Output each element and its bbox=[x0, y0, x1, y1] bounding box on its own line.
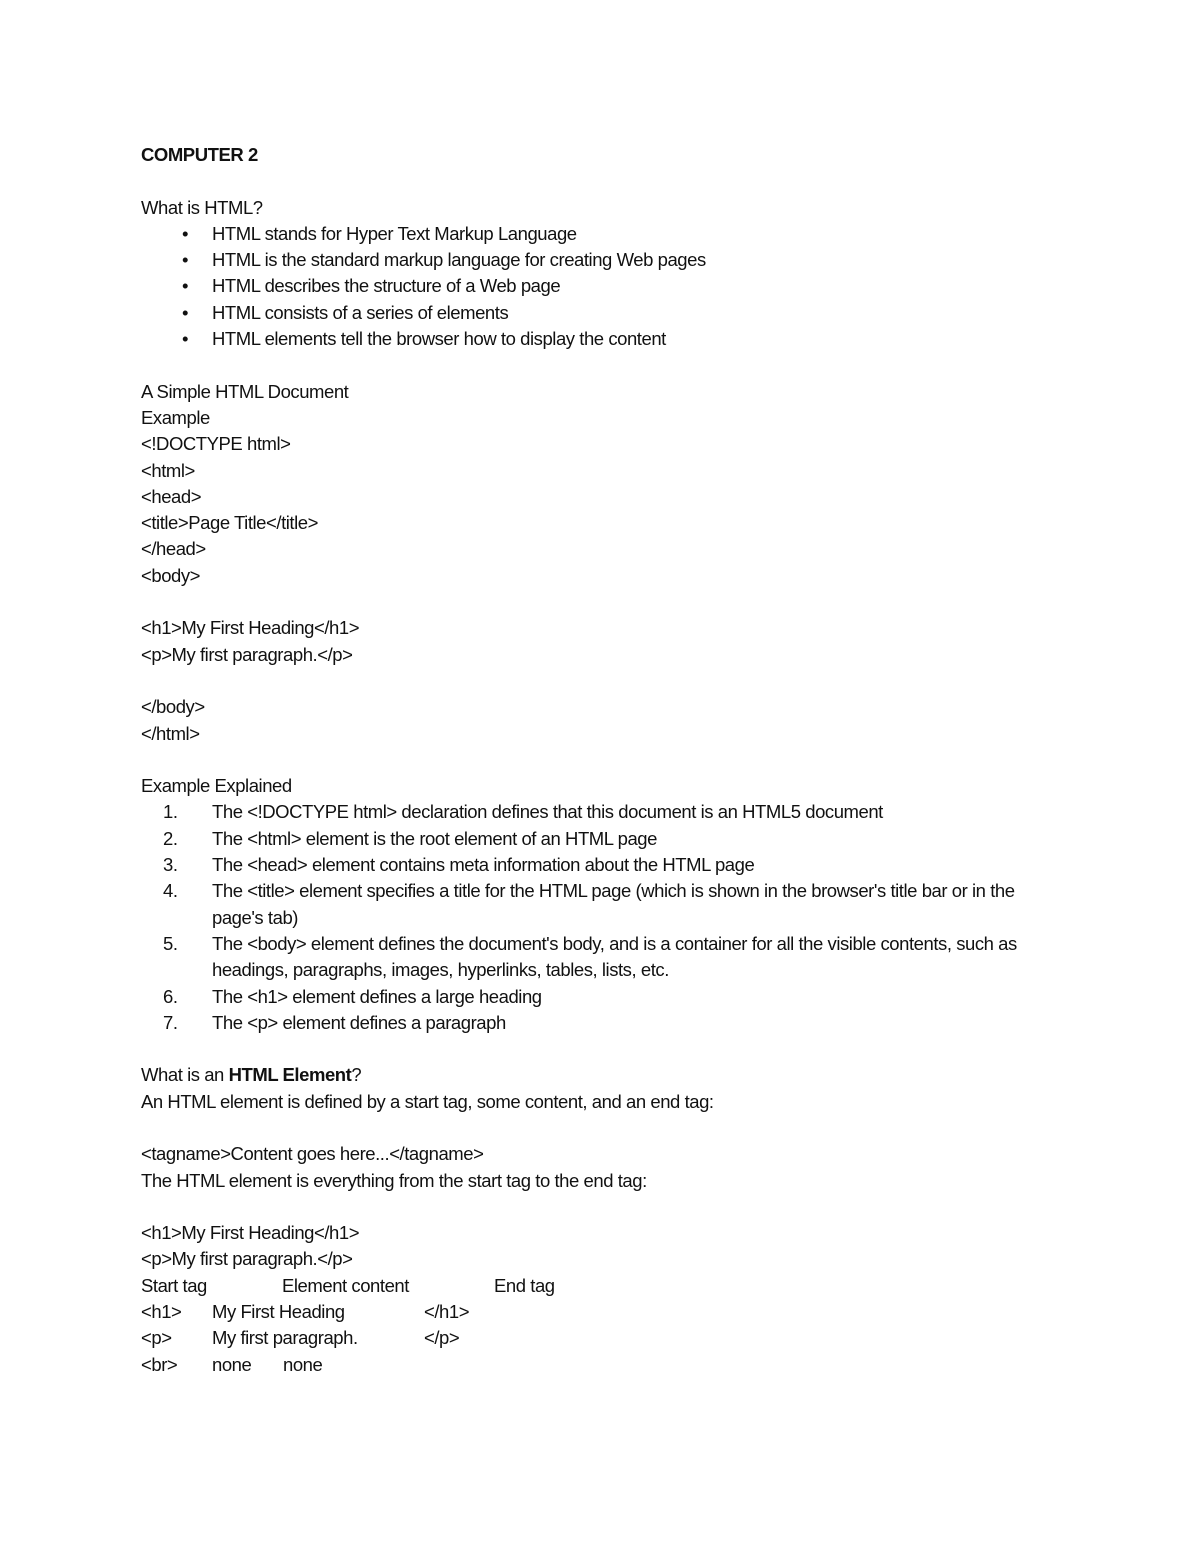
section-heading-example-explained: Example Explained bbox=[141, 775, 292, 797]
list-number: 7. bbox=[163, 1011, 178, 1033]
example-label: Example bbox=[141, 406, 210, 428]
list-item-text: The <h1> element defines a large heading bbox=[212, 985, 542, 1007]
list-item-text: HTML elements tell the browser how to di… bbox=[212, 328, 666, 350]
table-row: <br> none none bbox=[141, 1352, 1061, 1378]
list-number: 4. bbox=[163, 880, 178, 902]
list-item-text: The <body> element defines the document'… bbox=[212, 932, 1017, 981]
heading-prefix: What is an bbox=[141, 1064, 229, 1086]
list-item-text: HTML describes the structure of a Web pa… bbox=[212, 275, 561, 297]
code-line: <h1>My First Heading</h1> bbox=[141, 617, 360, 639]
list-item-text: HTML is the standard markup language for… bbox=[212, 249, 706, 271]
section-heading-what-is-html: What is HTML? bbox=[141, 196, 263, 218]
code-line: <body> bbox=[141, 564, 201, 586]
code-line: <h1>My First Heading</h1> bbox=[141, 1222, 360, 1244]
list-item: 6. The <h1> element defines a large headi… bbox=[141, 984, 1061, 1010]
list-item: 7. The <p> element defines a paragraph bbox=[141, 1010, 1061, 1036]
list-number: 6. bbox=[163, 985, 178, 1007]
list-item-text: HTML stands for Hyper Text Markup Langua… bbox=[212, 222, 577, 244]
list-item: 3. The <head> element contains meta infor… bbox=[141, 852, 1061, 878]
table-cell: <h1> bbox=[141, 1301, 182, 1323]
element-table: Start tag Element content End tag <h1> M… bbox=[141, 1273, 1061, 1378]
bullet-icon: • bbox=[181, 328, 189, 350]
list-item-text: The <head> element contains meta informa… bbox=[212, 854, 755, 876]
table-header-row: Start tag Element content End tag bbox=[141, 1273, 1061, 1299]
code-line: </html> bbox=[141, 722, 200, 744]
list-item-text: The <!DOCTYPE html> declaration defines … bbox=[212, 801, 883, 823]
table-row: <p> My first paragraph. </p> bbox=[141, 1325, 1061, 1351]
code-line: <p>My first paragraph.</p> bbox=[141, 1248, 353, 1270]
list-item: 4. The <title> element specifies a title … bbox=[141, 878, 1061, 931]
code-line: </body> bbox=[141, 696, 205, 718]
list-number: 2. bbox=[163, 827, 178, 849]
table-cell: <p> bbox=[141, 1327, 172, 1349]
table-row: <h1> My First Heading </h1> bbox=[141, 1299, 1061, 1325]
bullet-icon: • bbox=[181, 222, 189, 244]
list-item: • HTML is the standard markup language fo… bbox=[141, 247, 1061, 273]
table-cell: My first paragraph. bbox=[212, 1327, 358, 1349]
list-item-text: The <p> element defines a paragraph bbox=[212, 1011, 506, 1033]
list-item: • HTML consists of a series of elements bbox=[141, 300, 1061, 326]
element-definition: An HTML element is defined by a start ta… bbox=[141, 1090, 714, 1112]
list-item: 5. The <body> element defines the documen… bbox=[141, 931, 1061, 984]
list-item-text: The <html> element is the root element o… bbox=[212, 827, 657, 849]
element-explanation: The HTML element is everything from the … bbox=[141, 1169, 647, 1191]
code-line: <!DOCTYPE html> bbox=[141, 433, 291, 455]
code-line: <p>My first paragraph.</p> bbox=[141, 643, 353, 665]
list-item: 1. The <!DOCTYPE html> declaration define… bbox=[141, 799, 1061, 825]
table-header: Start tag bbox=[141, 1274, 207, 1296]
list-item-text: HTML consists of a series of elements bbox=[212, 301, 509, 323]
document-page: COMPUTER 2 What is HTML? • HTML stands fo… bbox=[141, 142, 1061, 1378]
list-number: 5. bbox=[163, 932, 178, 954]
heading-suffix: ? bbox=[351, 1064, 362, 1086]
section-heading-html-element: What is an HTML Element? bbox=[141, 1062, 1061, 1088]
bullet-icon: • bbox=[181, 301, 189, 323]
table-header: End tag bbox=[494, 1274, 555, 1296]
bullet-icon: • bbox=[181, 275, 189, 297]
list-item-text: The <title> element specifies a title fo… bbox=[212, 880, 1015, 928]
section-heading-simple-document: A Simple HTML Document bbox=[141, 380, 349, 402]
code-example-block: <!DOCTYPE html> <html> <head> <title>Pag… bbox=[141, 431, 1061, 747]
list-item: • HTML describes the structure of a Web p… bbox=[141, 273, 1061, 299]
html-bullet-list: • HTML stands for Hyper Text Markup Langu… bbox=[141, 221, 1061, 352]
explained-numbered-list: 1. The <!DOCTYPE html> declaration define… bbox=[141, 799, 1061, 1036]
code-line: <head> bbox=[141, 485, 202, 507]
element-syntax: <tagname>Content goes here...</tagname> bbox=[141, 1143, 484, 1165]
table-cell: none bbox=[283, 1353, 323, 1375]
code-line: <html> bbox=[141, 459, 195, 481]
code-line: <title>Page Title</title> bbox=[141, 512, 318, 534]
table-cell: My First Heading bbox=[212, 1301, 345, 1323]
code-line: </head> bbox=[141, 538, 206, 560]
table-cell: <br> bbox=[141, 1353, 178, 1375]
bullet-icon: • bbox=[181, 249, 189, 271]
list-number: 3. bbox=[163, 854, 178, 876]
list-item: • HTML stands for Hyper Text Markup Langu… bbox=[141, 221, 1061, 247]
table-cell: none bbox=[212, 1353, 252, 1375]
table-header: Element content bbox=[282, 1274, 409, 1296]
list-number: 1. bbox=[163, 801, 178, 823]
heading-bold-term: HTML Element bbox=[228, 1064, 352, 1086]
table-cell: </p> bbox=[424, 1327, 460, 1349]
list-item: 2. The <html> element is the root element… bbox=[141, 826, 1061, 852]
table-cell: </h1> bbox=[424, 1301, 470, 1323]
document-title: COMPUTER 2 bbox=[141, 144, 258, 165]
list-item: • HTML elements tell the browser how to d… bbox=[141, 326, 1061, 352]
